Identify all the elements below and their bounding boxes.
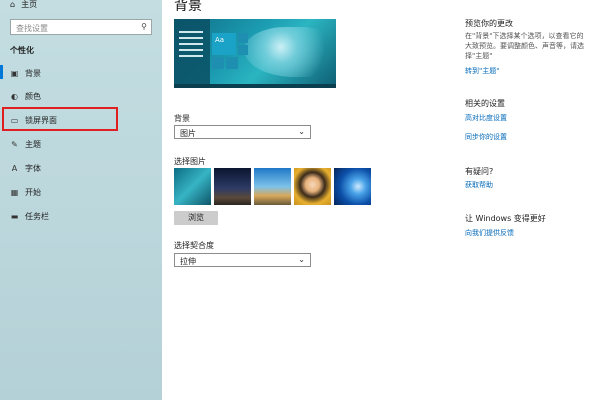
go-to-themes-link[interactable]: 转到"主题" (465, 66, 499, 76)
background-dropdown[interactable]: 图片 ⌄ (174, 125, 311, 139)
background-label: 背景 (174, 114, 190, 123)
thumbnail-underwater[interactable] (174, 168, 211, 205)
preview-tile: Aa (212, 33, 236, 55)
home-nav[interactable]: ⌂ 主页 (10, 0, 37, 10)
fit-dropdown[interactable]: 拉伸 ⌄ (174, 253, 311, 267)
fit-value: 拉伸 (180, 257, 196, 266)
sidebar-item-label: 颜色 (25, 91, 41, 101)
font-icon: A (11, 163, 18, 173)
choose-picture-label: 选择图片 (174, 157, 206, 166)
chevron-down-icon: ⌄ (298, 255, 305, 264)
thumbnail-beach[interactable] (254, 168, 291, 205)
palette-icon: ◐ (11, 91, 18, 101)
main-content: 背景 Aa 背景 图片 ⌄ 选择图片 浏览 选择契合度 拉伸 ⌄ 预览你的更改 … (162, 0, 600, 400)
sidebar-item-label: 字体 (25, 163, 41, 173)
page-title: 背景 (174, 0, 202, 14)
sidebar-item-label: 任务栏 (25, 211, 49, 221)
desktop-preview: Aa (174, 19, 336, 88)
background-value: 图片 (180, 129, 196, 138)
preview-start-menu (174, 19, 210, 88)
start-icon: ▦ (10, 187, 19, 197)
sidebar-item-fonts[interactable]: A 字体 (10, 161, 150, 175)
sidebar-item-label: 开始 (25, 187, 41, 197)
sync-settings-link[interactable]: 同步你的设置 (465, 132, 507, 142)
feedback-heading: 让 Windows 变得更好 (465, 214, 546, 223)
section-title: 个性化 (10, 46, 34, 55)
preview-heading: 预览你的更改 (465, 19, 513, 28)
preview-description: 在"背景"下选择某个选项，以查看它的大致预览。要调整颜色、声音等，请选择"主题" (465, 32, 584, 60)
browse-button[interactable]: 浏览 (174, 211, 218, 225)
give-feedback-link[interactable]: 向我们提供反馈 (465, 228, 514, 238)
search-input[interactable]: 查找设置 ⚲ (10, 19, 152, 35)
picture-thumbnails (174, 168, 372, 205)
thumbnail-night-sky[interactable] (214, 168, 251, 205)
home-label: 主页 (21, 0, 38, 9)
preview-wallpaper (244, 27, 336, 77)
related-settings-heading: 相关的设置 (465, 99, 505, 108)
selected-indicator (0, 65, 3, 79)
high-contrast-link[interactable]: 高对比度设置 (465, 113, 507, 123)
sidebar-item-background[interactable]: ▣ 背景 (10, 66, 150, 80)
thumbnail-portrait[interactable] (294, 168, 331, 205)
fit-label: 选择契合度 (174, 241, 214, 250)
chevron-down-icon: ⌄ (298, 127, 305, 136)
search-icon: ⚲ (141, 22, 147, 31)
picture-icon: ▣ (10, 68, 19, 78)
sidebar: ⌂ 主页 查找设置 ⚲ 个性化 ▣ 背景 ◐ 颜色 ▭ 锁屏界面 ✎ 主题 A … (0, 0, 162, 400)
get-help-link[interactable]: 获取帮助 (465, 180, 493, 190)
taskbar-icon: ▬ (10, 211, 19, 221)
sidebar-item-label: 主题 (25, 139, 41, 149)
question-heading: 有疑问? (465, 167, 494, 176)
search-placeholder: 查找设置 (16, 24, 48, 33)
sidebar-item-start[interactable]: ▦ 开始 (10, 185, 150, 199)
sidebar-item-colors[interactable]: ◐ 颜色 (10, 89, 150, 103)
annotation-highlight-box (2, 107, 118, 131)
sidebar-item-label: 背景 (25, 68, 41, 78)
thumbnail-windows[interactable] (334, 168, 371, 205)
brush-icon: ✎ (11, 139, 18, 149)
sidebar-item-taskbar[interactable]: ▬ 任务栏 (10, 209, 150, 223)
home-icon: ⌂ (10, 0, 16, 9)
preview-taskbar (174, 84, 336, 88)
sidebar-item-themes[interactable]: ✎ 主题 (10, 137, 150, 151)
